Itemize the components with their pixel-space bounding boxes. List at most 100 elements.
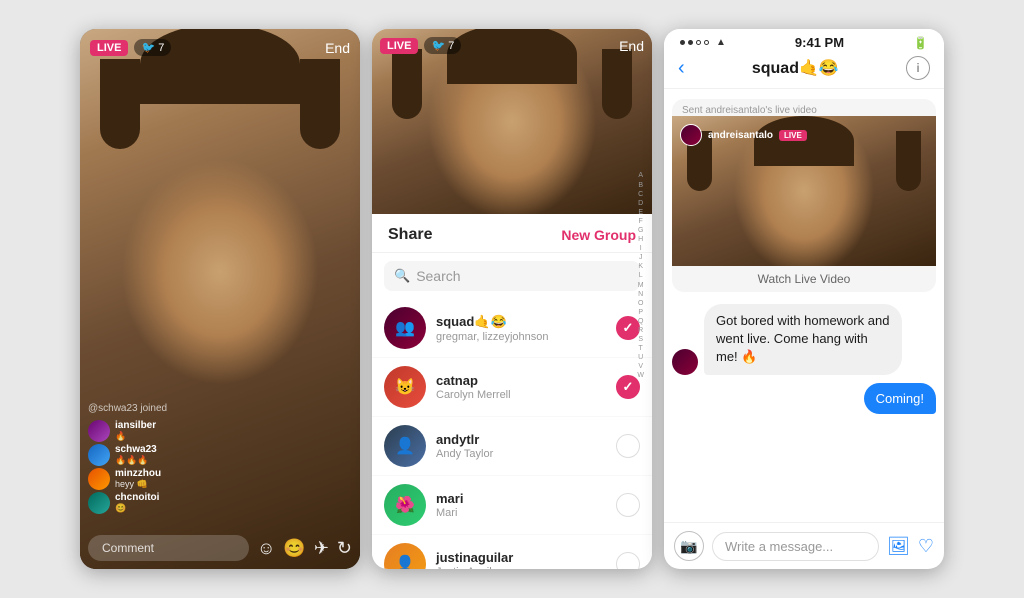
ios-input-bar: 📷 Write a message... 🖼 ♡ [664, 522, 944, 569]
andy-avatar-inner: 👤 [384, 425, 426, 467]
chat-avatar-4 [88, 492, 110, 514]
bubble-left-text: Got bored with homework and went live. C… [704, 304, 902, 375]
chat-info-4: chcnoitoi 😊 [115, 492, 159, 514]
catnap-avatar-inner: 😺 [384, 366, 426, 408]
chat-msg-2: 🔥🔥🔥 [115, 455, 157, 466]
signal-dot-4 [704, 40, 709, 45]
emoji-icon[interactable]: ☺ [257, 538, 275, 559]
send-icon[interactable]: ✈ [314, 538, 329, 559]
camera-button[interactable]: 📷 [674, 531, 704, 561]
mari-avatar-inner: 🌺 [384, 484, 426, 526]
chat-msg-3: heyy 👊 [115, 479, 161, 490]
contacts-list: 👥 squad🤙😂 gregmar, lizzeyjohnson ✓ 😺 [372, 299, 652, 569]
thumb-hair-right [896, 131, 921, 191]
comment-icons: ☺ 😊 ✈ ↻ [257, 538, 352, 559]
live-controls: LIVE 🐦 7 [90, 39, 171, 56]
check-mark-squad: ✓ [623, 320, 634, 336]
chat-avatar-3 [88, 468, 110, 490]
check-andy[interactable] [616, 434, 640, 458]
chat-username-3: minzzhou [115, 468, 161, 479]
photo-button[interactable]: 🖼 [887, 536, 910, 557]
chat-user-1: iansilber 🔥 [88, 420, 167, 442]
alpha-c: C [638, 190, 643, 199]
wifi-icon: ▲ [716, 37, 726, 48]
alpha-w: W [637, 371, 644, 380]
hair-right [300, 59, 340, 149]
info-button[interactable]: i [906, 56, 930, 80]
message-input[interactable]: Write a message... [712, 532, 879, 561]
alpha-s: S [638, 335, 643, 344]
alpha-j: J [639, 253, 643, 262]
search-icon: 🔍 [394, 268, 410, 284]
chat-info-1: iansilber 🔥 [115, 420, 156, 442]
chat-user-3: minzzhou heyy 👊 [88, 468, 167, 490]
heart-button[interactable]: ♡ [918, 536, 934, 557]
contact-info-squad: squad🤙😂 gregmar, lizzeyjohnson [436, 314, 606, 343]
sender-avatar [672, 349, 698, 375]
chat-user-4: chcnoitoi 😊 [88, 492, 167, 514]
contact-sub-andy: Andy Taylor [436, 448, 606, 460]
viewer-count: 🐦 7 [134, 39, 171, 56]
live-thumb-overlay: andreisantalo LIVE [680, 124, 807, 146]
alpha-u: U [638, 353, 643, 362]
check-catnap[interactable]: ✓ [616, 375, 640, 399]
search-bar[interactable]: 🔍 Search A B C D E F G H I J K L M N [384, 261, 640, 291]
check-squad[interactable]: ✓ [616, 316, 640, 340]
share-panel-body: Share New Group 🔍 Search A B C D E F G H… [372, 214, 652, 569]
chat-info-2: schwa23 🔥🔥🔥 [115, 444, 157, 466]
share-viewer-count: 🐦 7 [424, 37, 461, 54]
contact-sub-justin: Justin Aguilar [436, 566, 606, 569]
alpha-m: M [638, 281, 644, 290]
end-button[interactable]: End [325, 40, 350, 56]
screen1-header: LIVE 🐦 7 End [90, 39, 350, 56]
alpha-g: G [638, 226, 643, 235]
bubble-right-text: Coming! [864, 383, 936, 414]
chat-username-1: iansilber [115, 420, 156, 431]
chat-avatar-2 [88, 444, 110, 466]
contact-name-catnap: catnap [436, 373, 606, 388]
justin-avatar-inner: 👤 [384, 543, 426, 569]
share-preview: LIVE 🐦 7 End [372, 29, 652, 214]
new-group-button[interactable]: New Group [561, 227, 636, 243]
check-mari[interactable] [616, 493, 640, 517]
screen2-share: LIVE 🐦 7 End Share New Group 🔍 Search A … [372, 29, 652, 569]
battery-icon: 🔋 [913, 36, 928, 50]
chat-msg-4: 😊 [115, 503, 159, 514]
status-time: 9:41 PM [726, 35, 913, 50]
ios-status-bar: ▲ 9:41 PM 🔋 [664, 29, 944, 52]
watch-live-row[interactable]: Watch Live Video [672, 266, 936, 292]
share-live-header: LIVE 🐦 7 End [380, 37, 644, 54]
alpha-index: A B C D E F G H I J K L M N O P Q [637, 261, 644, 291]
face-icon[interactable]: 😊 [283, 538, 305, 559]
back-button[interactable]: ‹ [678, 57, 685, 80]
live-chat: @schwa23 joined iansilber 🔥 schwa23 🔥🔥🔥 [88, 403, 167, 514]
contact-name-squad: squad🤙😂 [436, 314, 606, 330]
screen1-live: LIVE 🐦 7 End @schwa23 joined iansilber 🔥… [80, 29, 360, 569]
alpha-n: N [638, 290, 643, 299]
refresh-icon[interactable]: ↻ [337, 538, 352, 559]
contact-justin[interactable]: 👤 justinaguilar Justin Aguilar [372, 535, 652, 569]
contact-andytlr[interactable]: 👤 andytlr Andy Taylor [372, 417, 652, 476]
contact-name-justin: justinaguilar [436, 550, 606, 565]
share-end-button[interactable]: End [619, 38, 644, 54]
contact-mari[interactable]: 🌺 mari Mari [372, 476, 652, 535]
alpha-i: I [640, 244, 642, 253]
message-left: Got bored with homework and went live. C… [672, 304, 936, 375]
contact-sub-mari: Mari [436, 507, 606, 519]
contact-avatar-mari: 🌺 [384, 484, 426, 526]
chat-info-3: minzzhou heyy 👊 [115, 468, 161, 490]
alpha-k: K [638, 262, 643, 271]
contact-squad[interactable]: 👥 squad🤙😂 gregmar, lizzeyjohnson ✓ [372, 299, 652, 358]
chat-joined: @schwa23 joined [88, 403, 167, 414]
chat-avatar-1 [88, 420, 110, 442]
alpha-h: H [638, 235, 643, 244]
sent-live-label: Sent andreisantalo's live video [672, 99, 936, 116]
share-face [372, 29, 652, 214]
comment-input[interactable]: Comment [88, 535, 249, 561]
share-header-row: Share New Group [372, 214, 652, 253]
contact-avatar-andy: 👤 [384, 425, 426, 467]
camera-icon: 📷 [680, 538, 697, 555]
contact-catnap[interactable]: 😺 catnap Carolyn Merrell ✓ [372, 358, 652, 417]
check-justin[interactable] [616, 552, 640, 569]
signal-dot-2 [688, 40, 693, 45]
